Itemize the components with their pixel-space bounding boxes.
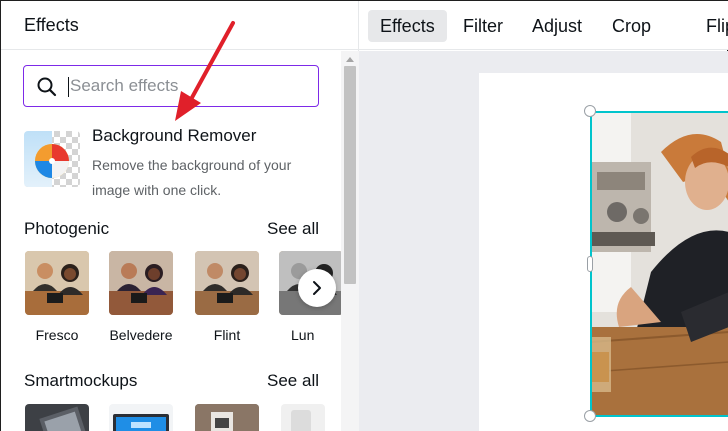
- background-remover-item[interactable]: Background Remover Remove the background…: [24, 125, 324, 198]
- text-caret: [68, 77, 69, 97]
- search-input[interactable]: [70, 72, 310, 100]
- search-icon: [37, 77, 57, 97]
- toolbar-flip-button[interactable]: Flip: [694, 10, 728, 42]
- smartmockups-title: Smartmockups: [24, 371, 138, 390]
- effect-thumbnail: [25, 251, 89, 315]
- resize-handle-left[interactable]: [587, 256, 593, 272]
- search-box[interactable]: [23, 65, 319, 107]
- background-remover-title: Background Remover: [92, 126, 257, 145]
- smartmockups-see-all-link[interactable]: See all: [267, 371, 319, 391]
- mockup-thumbnail[interactable]: [195, 404, 259, 431]
- photogenic-see-all-link[interactable]: See all: [267, 219, 319, 239]
- image-toolbar: Effects Filter Adjust Crop Flip: [359, 1, 728, 50]
- panel-title: Effects: [24, 15, 79, 35]
- carousel-next-button[interactable]: [298, 269, 336, 307]
- background-remover-description: Remove the background of your image with…: [92, 157, 292, 198]
- chevron-right-icon: [313, 281, 321, 295]
- resize-handle-bottom-left[interactable]: [584, 410, 596, 422]
- mockup-thumbnail[interactable]: [25, 404, 89, 431]
- effect-label: Lun: [291, 327, 315, 343]
- toolbar-effects-button[interactable]: Effects: [368, 10, 447, 42]
- scrollbar-thumb[interactable]: [344, 66, 356, 284]
- design-canvas: [359, 51, 728, 431]
- beach-ball-icon: [35, 144, 69, 178]
- background-remover-thumbnail: [24, 131, 80, 187]
- effect-belvedere[interactable]: Belvedere: [109, 251, 173, 343]
- smartmockups-header: Smartmockups See all: [24, 371, 319, 395]
- effect-flint[interactable]: Flint: [195, 251, 259, 343]
- toolbar-crop-button[interactable]: Crop: [600, 10, 663, 42]
- effects-panel: Effects Search effects Background Remove…: [1, 1, 359, 431]
- panel-scrollbar[interactable]: [341, 51, 359, 431]
- selection-outline: [590, 111, 728, 417]
- toolbar-adjust-button[interactable]: Adjust: [520, 10, 594, 42]
- photogenic-title: Photogenic: [24, 219, 110, 238]
- effect-fresco[interactable]: Fresco: [25, 251, 89, 343]
- effect-thumbnail: [195, 251, 259, 315]
- panel-header: Effects: [1, 1, 359, 50]
- effect-thumbnail: [109, 251, 173, 315]
- mockup-thumbnail[interactable]: [281, 404, 325, 431]
- mockup-thumbnail[interactable]: [109, 404, 173, 431]
- toolbar-filter-button[interactable]: Filter: [451, 10, 515, 42]
- effect-label: Fresco: [35, 327, 79, 343]
- effect-label: Flint: [213, 327, 241, 343]
- effects-list: Background Remover Remove the background…: [1, 51, 341, 431]
- resize-handle-top-left[interactable]: [584, 105, 596, 117]
- effect-label: Belvedere: [109, 327, 173, 343]
- scroll-up-arrow-icon[interactable]: [346, 57, 354, 62]
- photogenic-header: Photogenic See all: [24, 219, 319, 243]
